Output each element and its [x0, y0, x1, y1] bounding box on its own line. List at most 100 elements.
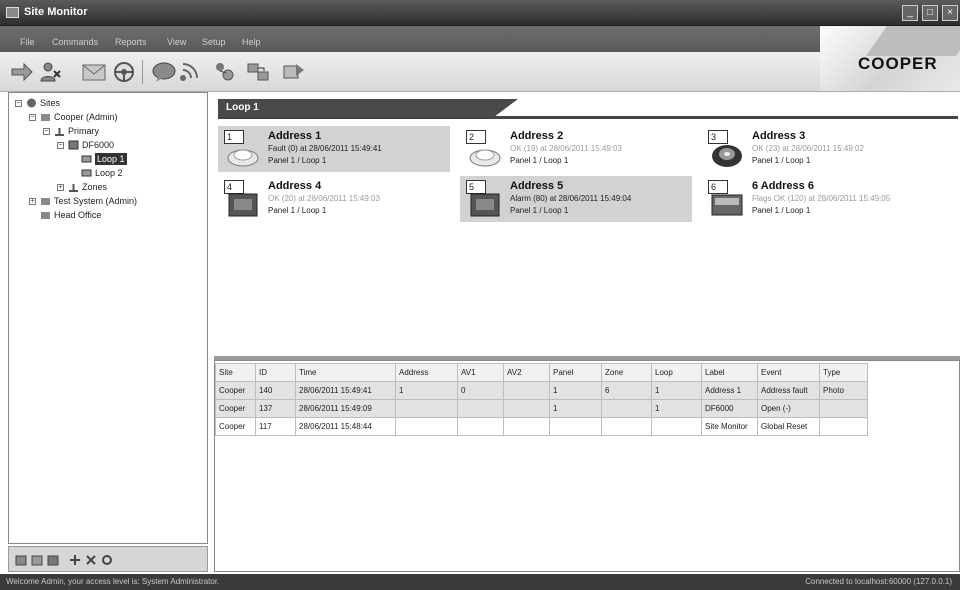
tree-item-loop1[interactable]: Loop 1 [81, 153, 191, 166]
collapse-icon[interactable]: − [57, 142, 64, 149]
user-alert-icon[interactable] [38, 61, 62, 83]
collapse-icon[interactable]: − [29, 114, 36, 121]
reset-icon[interactable] [282, 61, 306, 83]
network-node-icon [55, 128, 64, 136]
smoke-detector-icon [227, 149, 259, 167]
close-button[interactable]: × [942, 5, 958, 21]
column-header[interactable]: Zone [601, 363, 652, 382]
table-cell: 140 [255, 381, 296, 400]
table-cell [601, 417, 652, 436]
table-cell [395, 417, 458, 436]
column-header[interactable]: ID [255, 363, 296, 382]
brand-area: COOPER [820, 26, 960, 92]
device-name: Address 2 [510, 130, 564, 142]
event-log: Site ID Time Address AV1 AV2 Panel Zone … [214, 360, 960, 572]
minimize-button[interactable]: _ [902, 5, 918, 21]
maximize-button[interactable]: □ [922, 5, 938, 21]
cooper-logo: COOPER [858, 54, 938, 73]
steering-icon[interactable] [112, 61, 136, 83]
table-cell [503, 417, 550, 436]
table-cell: Cooper [215, 381, 256, 400]
expand-icon[interactable]: + [29, 198, 36, 205]
mail-icon[interactable] [82, 61, 106, 83]
tree-item-cooper[interactable]: − Cooper (Admin) [29, 111, 199, 124]
column-header[interactable]: Loop [651, 363, 702, 382]
chat-icon[interactable] [152, 61, 176, 83]
menu-help[interactable]: Help [242, 37, 261, 47]
device-name: Address 4 [268, 180, 322, 192]
tab-loop1[interactable] [218, 99, 518, 117]
menu-reports[interactable]: Reports [115, 37, 147, 47]
column-header[interactable]: Type [819, 363, 868, 382]
status-connection: Connected to localhost:60000 (127.0.0.1) [805, 577, 952, 586]
tree-label: Primary [68, 126, 99, 136]
tree-label: Zones [82, 182, 108, 192]
table-cell [651, 417, 702, 436]
column-header[interactable]: Site [215, 363, 256, 382]
device-location: Panel 1 / Loop 1 [510, 206, 569, 215]
column-header[interactable]: Event [757, 363, 820, 382]
forward-icon[interactable] [10, 61, 34, 83]
sidebar-toolbar [8, 546, 208, 572]
network-icon[interactable] [212, 61, 236, 83]
column-header[interactable]: AV1 [457, 363, 504, 382]
sounder-icon [712, 145, 742, 167]
device-name: Address 5 [510, 180, 564, 192]
table-cell [819, 417, 868, 436]
smoke-detector-icon [469, 149, 501, 167]
device-status: OK (20) at 28/06/2011 15:49:03 [268, 194, 380, 203]
tab-loop1-label: Loop 1 [226, 102, 259, 113]
column-header[interactable]: Panel [549, 363, 602, 382]
table-cell: Address fault [757, 381, 820, 400]
device-location: Panel 1 / Loop 1 [510, 156, 569, 165]
tree-label: Loop 2 [95, 168, 123, 178]
menu-file[interactable]: File [20, 37, 35, 47]
menu-setup[interactable]: Setup [202, 37, 226, 47]
device-card[interactable]: 3 Address 3 OK (23) at 28/06/2011 15:49:… [702, 126, 934, 172]
collapse-icon[interactable]: − [43, 128, 50, 135]
signal-icon[interactable] [178, 61, 202, 83]
tree-item-loop2[interactable]: Loop 2 [81, 167, 191, 180]
tree-label: Cooper (Admin) [54, 112, 118, 122]
device-location: Panel 1 / Loop 1 [752, 206, 811, 215]
tree-item-df6000[interactable]: − DF6000 [57, 139, 197, 152]
column-header[interactable]: Label [701, 363, 758, 382]
table-row[interactable]: Cooper 140 28/06/2011 15:49:41 1 0 1 6 1… [215, 381, 868, 400]
column-header[interactable]: AV2 [503, 363, 550, 382]
menu-commands[interactable]: Commands [52, 37, 98, 47]
delete-site-icon[interactable] [47, 554, 59, 566]
device-card[interactable]: 4 Address 4 OK (20) at 28/06/2011 15:49:… [218, 176, 450, 222]
tree-item-sites[interactable]: − Sites [15, 97, 195, 110]
tree-item-test-system[interactable]: + Test System (Admin) [29, 195, 199, 208]
refresh-icon[interactable] [101, 554, 113, 566]
table-row[interactable]: Cooper 117 28/06/2011 15:48:44 Site Moni… [215, 417, 868, 436]
table-row[interactable]: Cooper 137 28/06/2011 15:49:09 1 1 DF600… [215, 399, 868, 418]
expand-icon[interactable]: + [57, 184, 64, 191]
column-header[interactable]: Address [395, 363, 458, 382]
edit-site-icon[interactable] [31, 554, 43, 566]
menu-view[interactable]: View [167, 37, 186, 47]
connect-icon[interactable] [69, 554, 81, 566]
device-card[interactable]: 1 Address 1 Fault (0) at 28/06/2011 15:4… [218, 126, 450, 172]
tree-item-zones[interactable]: + Zones [57, 181, 197, 194]
device-card[interactable]: 6 6 Address 6 Flags OK (120) at 28/06/20… [702, 176, 934, 222]
table-cell: 28/06/2011 15:49:41 [295, 381, 396, 400]
transfer-icon[interactable] [246, 61, 270, 83]
loop-icon [81, 155, 92, 163]
status-bar: Welcome Admin, your access level is: Sys… [0, 574, 960, 590]
collapse-icon[interactable]: − [15, 100, 22, 107]
title-bar: Site Monitor _ □ × [0, 0, 960, 26]
device-card[interactable]: 5 Address 5 Alarm (80) at 28/06/2011 15:… [460, 176, 692, 222]
add-site-icon[interactable] [15, 554, 27, 566]
event-table: Site ID Time Address AV1 AV2 Panel Zone … [215, 363, 868, 436]
disconnect-icon[interactable] [85, 554, 97, 566]
tree-item-primary[interactable]: − Primary [43, 125, 193, 138]
column-header[interactable]: Time [295, 363, 396, 382]
globe-icon [27, 98, 36, 108]
tree-item-head-office[interactable]: Head Office [40, 209, 200, 222]
call-point-icon [470, 193, 500, 217]
table-header-row: Site ID Time Address AV1 AV2 Panel Zone … [215, 363, 868, 382]
table-cell: Open (-) [757, 399, 820, 418]
device-status: OK (23) at 28/06/2011 15:49:02 [752, 144, 864, 153]
device-card[interactable]: 2 Address 2 OK (19) at 28/06/2011 15:49:… [460, 126, 692, 172]
